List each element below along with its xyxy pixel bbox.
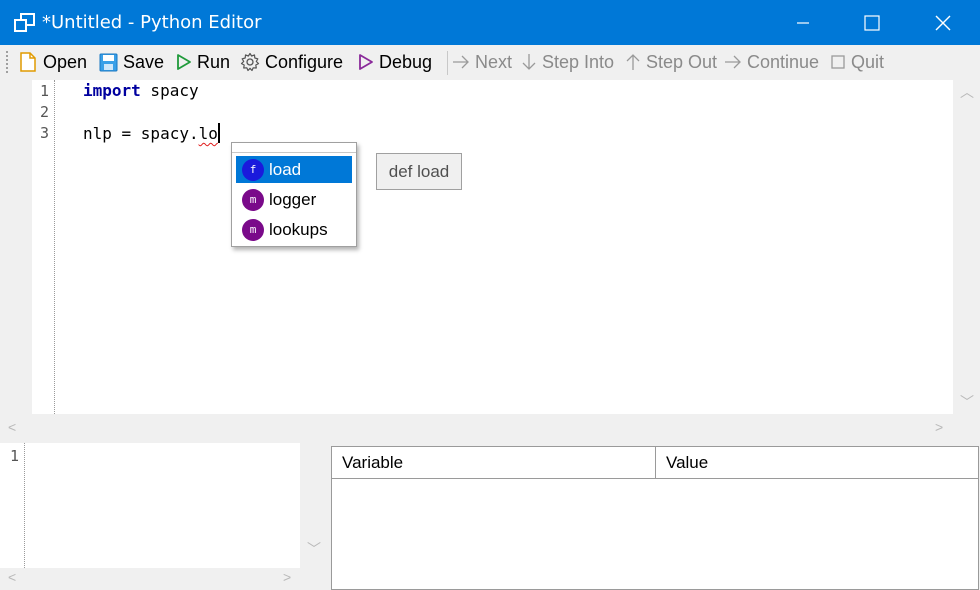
console-horizontal-scrollbar[interactable]: < > [0, 568, 300, 590]
popup-header [232, 143, 356, 153]
column-header-value[interactable]: Value [656, 447, 708, 478]
line-number: 1 [10, 447, 20, 465]
column-header-variable[interactable]: Variable [332, 447, 656, 478]
line-number: 1 [40, 82, 50, 100]
next-label: Next [475, 51, 513, 72]
app-window-icon [14, 13, 35, 32]
gear-icon [240, 52, 260, 72]
arrow-down-icon [522, 54, 536, 70]
save-label: Save [123, 51, 165, 72]
configure-button[interactable]: Configure [240, 49, 343, 75]
run-button[interactable]: Run [176, 49, 230, 75]
save-button[interactable]: Save [99, 49, 164, 75]
toolbar: Open Save Run Configure Debug Next Step … [0, 45, 980, 79]
code-editor[interactable]: 1 2 3 import spacy nlp = spacy.lo [32, 80, 953, 414]
run-label: Run [197, 51, 231, 72]
minimize-icon [797, 21, 809, 24]
scroll-left-icon[interactable]: < [8, 569, 16, 585]
line-number: 2 [40, 103, 50, 121]
console-vertical-scrollbar[interactable]: ﹀ [300, 443, 328, 568]
autocomplete-popup: f load m logger m lookups [231, 142, 357, 247]
window-title: *Untitled - Python Editor [42, 12, 262, 33]
quit-button[interactable]: Quit [830, 49, 884, 75]
scroll-right-icon[interactable]: > [935, 419, 943, 435]
save-disk-icon [99, 53, 118, 71]
scroll-down-icon[interactable]: ﹀ [307, 539, 321, 559]
completion-label: lookups [269, 219, 328, 239]
code-text: nlp = spacy. [83, 124, 199, 143]
line-number: 3 [40, 124, 50, 142]
signature-tooltip: def load [376, 153, 462, 190]
console-output[interactable]: 1 [0, 443, 300, 568]
debug-button[interactable]: Debug [358, 49, 432, 75]
maximize-icon [864, 14, 880, 31]
toolbar-separator [447, 51, 448, 75]
quit-label: Quit [851, 51, 885, 72]
console-line-gutter: 1 [0, 443, 25, 568]
scroll-up-icon[interactable]: ︿ [960, 82, 974, 102]
close-icon [935, 15, 951, 30]
code-line: nlp = spacy.lo [83, 123, 220, 143]
continue-button[interactable]: Continue [724, 49, 819, 75]
stop-square-icon [831, 55, 845, 69]
next-button[interactable]: Next [452, 49, 512, 75]
variables-table[interactable]: Variable Value [331, 446, 979, 590]
toolbar-grip[interactable] [6, 51, 9, 73]
code-text: spacy [140, 81, 199, 100]
open-file-icon [20, 52, 36, 72]
editor-horizontal-scrollbar[interactable]: < > [0, 414, 953, 442]
scroll-down-icon[interactable]: ﹀ [960, 392, 974, 412]
run-play-icon [177, 54, 191, 70]
arrow-right-icon [453, 55, 469, 69]
editor-line-gutter: 1 2 3 [32, 80, 55, 414]
scroll-left-icon[interactable]: < [8, 419, 16, 435]
debug-label: Debug [379, 51, 433, 72]
arrow-up-icon [626, 54, 640, 70]
configure-label: Configure [265, 51, 344, 72]
table-header: Variable Value [332, 447, 978, 479]
function-icon: f [242, 158, 264, 181]
title-bar: *Untitled - Python Editor [0, 0, 980, 45]
minimize-button[interactable] [780, 0, 826, 45]
debug-play-icon [359, 54, 373, 70]
code-line: import spacy [83, 81, 199, 100]
text-caret [217, 123, 220, 143]
completion-item[interactable]: m logger [236, 186, 352, 213]
module-icon: m [242, 188, 264, 211]
scroll-right-icon[interactable]: > [283, 569, 291, 585]
completion-label: logger [269, 189, 317, 209]
typed-token: lo [198, 124, 218, 143]
continue-label: Continue [747, 51, 820, 72]
scrollbar-corner [953, 414, 980, 442]
completion-item[interactable]: m lookups [236, 216, 352, 243]
step-into-label: Step Into [542, 51, 615, 72]
completion-item[interactable]: f load [236, 156, 352, 183]
open-label: Open [43, 51, 88, 72]
maximize-button[interactable] [849, 0, 895, 45]
import-keyword: import [83, 81, 141, 100]
step-out-label: Step Out [646, 51, 718, 72]
editor-vertical-scrollbar[interactable]: ︿ ﹀ [953, 80, 980, 414]
completion-label: load [269, 159, 302, 179]
open-button[interactable]: Open [18, 49, 87, 75]
close-button[interactable] [920, 0, 966, 45]
module-icon: m [242, 218, 264, 241]
step-into-button[interactable]: Step Into [521, 49, 614, 75]
step-out-button[interactable]: Step Out [625, 49, 717, 75]
arrow-right-icon [725, 55, 741, 69]
